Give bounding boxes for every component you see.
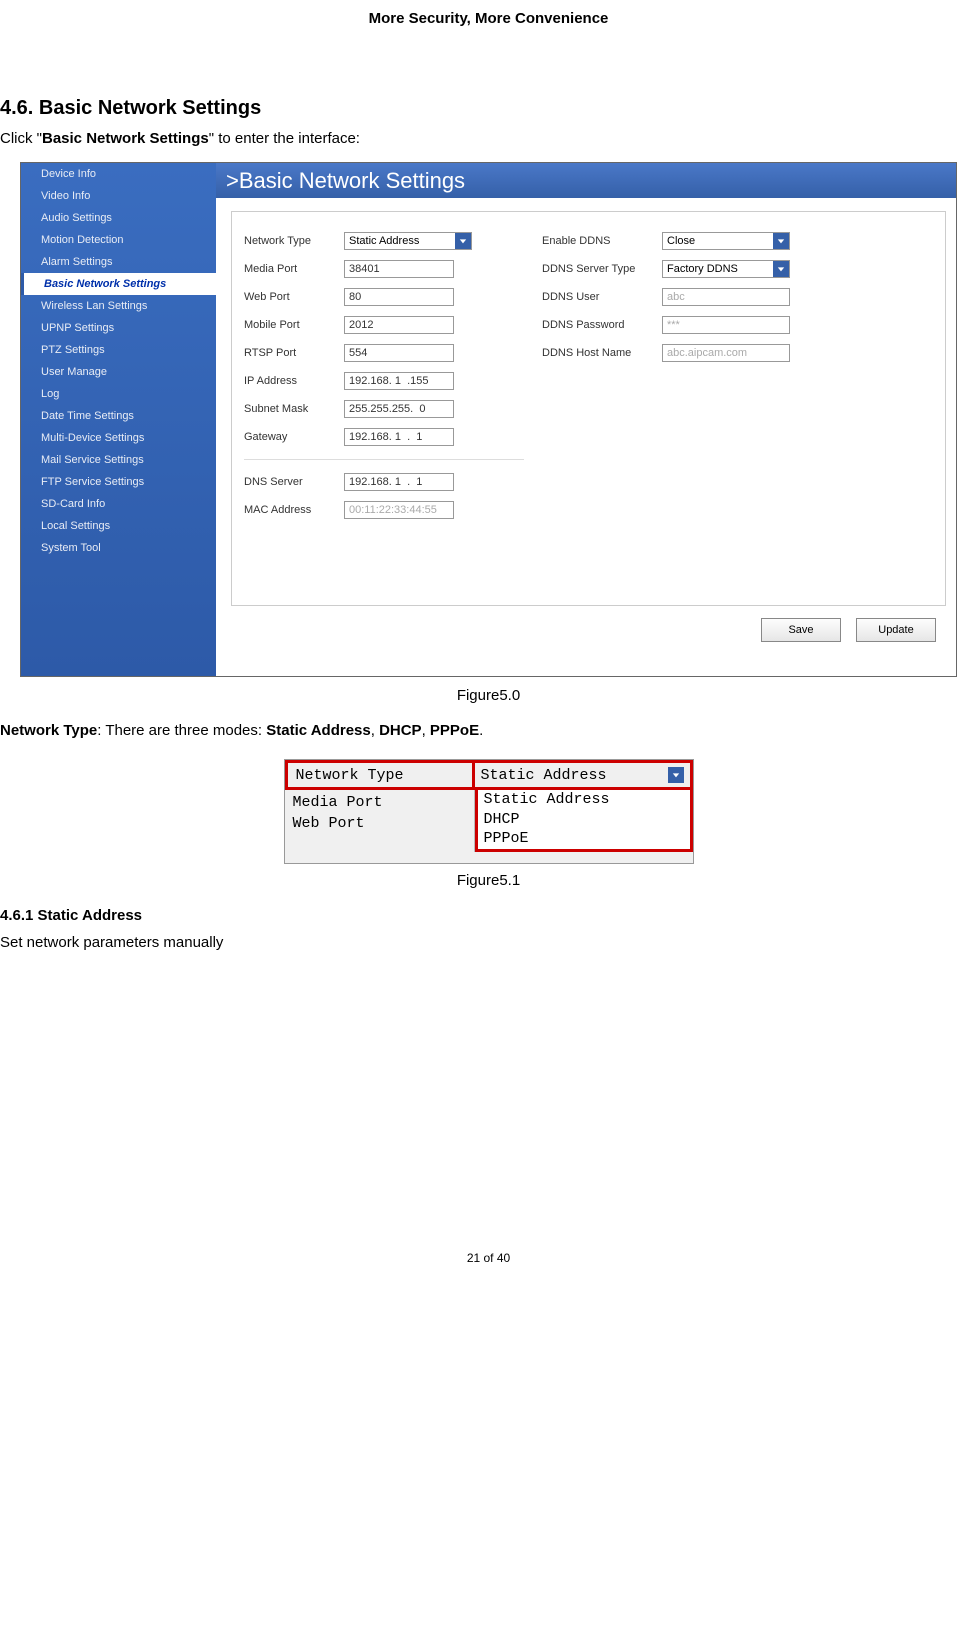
subsection-text: Set network parameters manually xyxy=(0,934,977,951)
nt-prefix: Network Type xyxy=(0,722,97,739)
enable-ddns-label: Enable DDNS xyxy=(542,235,662,247)
sidebar-item[interactable]: PTZ Settings xyxy=(21,339,216,361)
dns-server-input[interactable] xyxy=(344,473,454,491)
gateway-label: Gateway xyxy=(244,431,344,443)
network-type-value: Static Address xyxy=(345,235,455,247)
sidebar-item[interactable]: UPNP Settings xyxy=(21,317,216,339)
nt-m3: PPPoE xyxy=(430,722,479,739)
enable-ddns-dropdown[interactable]: Close xyxy=(662,232,790,250)
sidebar-item[interactable]: Video Info xyxy=(21,185,216,207)
rtsp-port-input[interactable] xyxy=(344,344,454,362)
subnet-mask-label: Subnet Mask xyxy=(244,403,344,415)
chevron-down-icon[interactable] xyxy=(668,767,684,783)
network-type-dropdown[interactable]: Static Address xyxy=(344,232,472,250)
f2-web-port-label: Web Port xyxy=(293,813,466,834)
enable-ddns-value: Close xyxy=(663,235,773,247)
web-port-input[interactable] xyxy=(344,288,454,306)
ddns-user-input xyxy=(662,288,790,306)
update-button[interactable]: Update xyxy=(856,618,936,642)
sidebar-item[interactable]: Wireless Lan Settings xyxy=(21,295,216,317)
sidebar-item[interactable]: FTP Service Settings xyxy=(21,471,216,493)
sidebar-item[interactable]: Log xyxy=(21,383,216,405)
f2-network-type-value: Static Address xyxy=(481,767,607,784)
media-port-input[interactable] xyxy=(344,260,454,278)
nt-suffix: . xyxy=(479,722,483,739)
ip-address-label: IP Address xyxy=(244,375,344,387)
chevron-down-icon[interactable] xyxy=(455,233,471,249)
f2-media-port-label: Media Port xyxy=(293,792,466,813)
subnet-mask-input[interactable] xyxy=(344,400,454,418)
save-button[interactable]: Save xyxy=(761,618,841,642)
sidebar-item[interactable]: Basic Network Settings xyxy=(21,273,216,295)
figure-caption-2: Figure5.1 xyxy=(0,872,977,889)
mac-address-label: MAC Address xyxy=(244,504,344,516)
sidebar: Device InfoVideo InfoAudio SettingsMotio… xyxy=(21,163,216,676)
sidebar-item[interactable]: Local Settings xyxy=(21,515,216,537)
figure-5-1: Network Type Static Address Media Port W… xyxy=(284,759,694,864)
intro-suffix: " to enter the interface: xyxy=(209,130,360,147)
mobile-port-input[interactable] xyxy=(344,316,454,334)
sidebar-item[interactable]: Mail Service Settings xyxy=(21,449,216,471)
titlebar-prefix: > xyxy=(226,168,239,193)
ddns-server-type-label: DDNS Server Type xyxy=(542,263,662,275)
subsection-title: 4.6.1 Static Address xyxy=(0,907,977,924)
mobile-port-label: Mobile Port xyxy=(244,319,344,331)
web-port-label: Web Port xyxy=(244,291,344,303)
chevron-down-icon[interactable] xyxy=(773,233,789,249)
page-header: More Security, More Convenience xyxy=(0,0,977,67)
sidebar-item[interactable]: Device Info xyxy=(21,163,216,185)
dns-server-label: DNS Server xyxy=(244,476,344,488)
nt-c1: , xyxy=(371,722,379,739)
figure-caption-1: Figure5.0 xyxy=(0,687,977,704)
section-title: 4.6. Basic Network Settings xyxy=(0,97,977,120)
intro-prefix: Click " xyxy=(0,130,42,147)
ddns-host-name-label: DDNS Host Name xyxy=(542,347,662,359)
rtsp-port-label: RTSP Port xyxy=(244,347,344,359)
ddns-host-name-input xyxy=(662,344,790,362)
ddns-server-type-dropdown[interactable]: Factory DDNS xyxy=(662,260,790,278)
f2-network-type-dropdown[interactable]: Static Address xyxy=(475,760,693,790)
nt-c2: , xyxy=(422,722,430,739)
f2-option-2[interactable]: PPPoE xyxy=(484,829,684,849)
sidebar-item[interactable]: System Tool xyxy=(21,537,216,559)
gateway-input[interactable] xyxy=(344,428,454,446)
sidebar-item[interactable]: Motion Detection xyxy=(21,229,216,251)
sidebar-item[interactable]: SD-Card Info xyxy=(21,493,216,515)
f2-dropdown-options[interactable]: Static Address DHCP PPPoE xyxy=(475,790,693,852)
ddns-user-label: DDNS User xyxy=(542,291,662,303)
intro-bold: Basic Network Settings xyxy=(42,130,209,147)
sidebar-item[interactable]: Alarm Settings xyxy=(21,251,216,273)
f2-option-0[interactable]: Static Address xyxy=(484,790,684,810)
network-type-label: Network Type xyxy=(244,235,344,247)
ddns-server-type-value: Factory DDNS xyxy=(663,263,773,275)
titlebar-text: Basic Network Settings xyxy=(239,168,465,193)
intro-line: Click "Basic Network Settings" to enter … xyxy=(0,130,977,147)
titlebar: >Basic Network Settings xyxy=(216,163,956,198)
figure-5-0: Device InfoVideo InfoAudio SettingsMotio… xyxy=(20,162,957,677)
ddns-password-input xyxy=(662,316,790,334)
sidebar-item[interactable]: Date Time Settings xyxy=(21,405,216,427)
body-text-network-type: Network Type: There are three modes: Sta… xyxy=(0,722,977,739)
chevron-down-icon[interactable] xyxy=(773,261,789,277)
divider xyxy=(244,459,524,460)
media-port-label: Media Port xyxy=(244,263,344,275)
f2-option-1[interactable]: DHCP xyxy=(484,810,684,830)
nt-mid: : There are three modes: xyxy=(97,722,266,739)
ip-address-input[interactable] xyxy=(344,372,454,390)
sidebar-item[interactable]: Audio Settings xyxy=(21,207,216,229)
page-footer: 21 of 40 xyxy=(0,1251,977,1275)
ddns-password-label: DDNS Password xyxy=(542,319,662,331)
f2-network-type-label: Network Type xyxy=(285,760,475,790)
sidebar-item[interactable]: Multi-Device Settings xyxy=(21,427,216,449)
mac-address-input xyxy=(344,501,454,519)
nt-m1: Static Address xyxy=(266,722,370,739)
sidebar-item[interactable]: User Manage xyxy=(21,361,216,383)
nt-m2: DHCP xyxy=(379,722,422,739)
main-panel: Network Type Static Address Media Port W… xyxy=(231,211,946,606)
